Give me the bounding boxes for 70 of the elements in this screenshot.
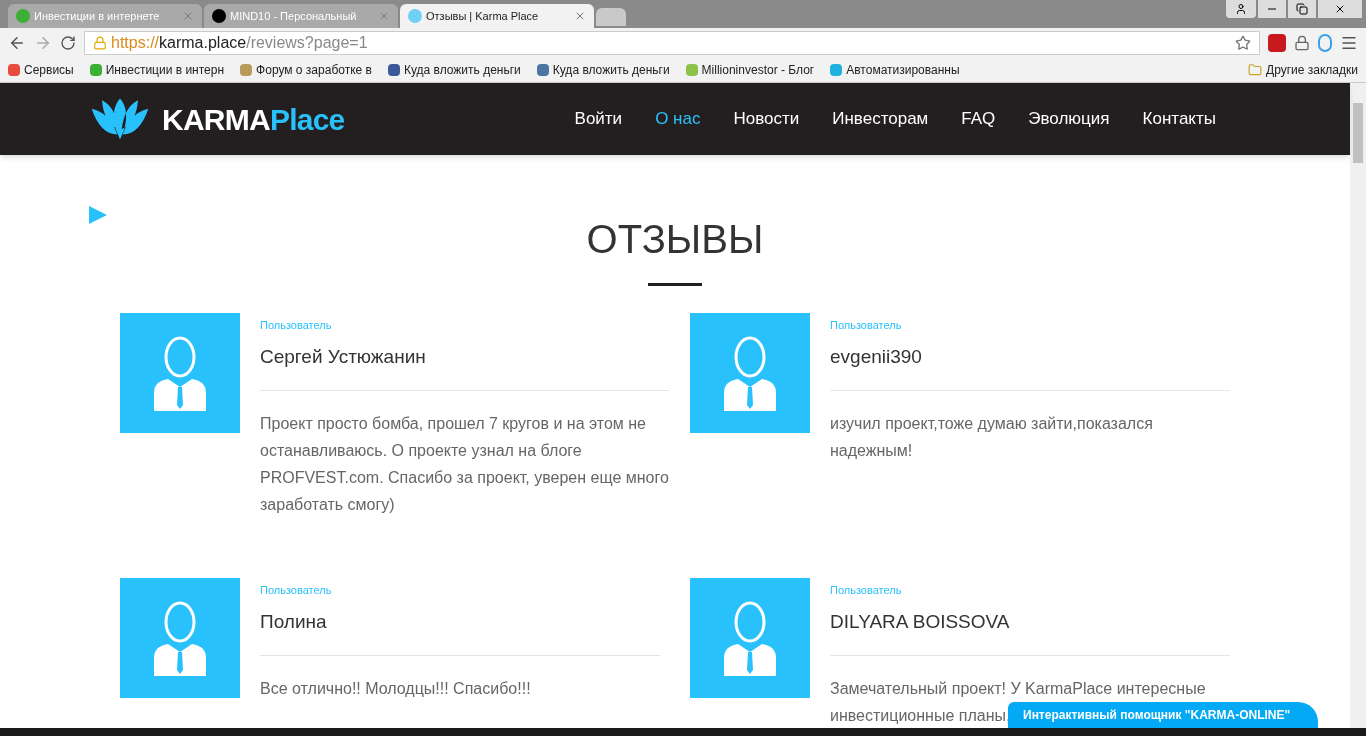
tab-favicon-icon (16, 9, 30, 23)
profile-button[interactable] (1226, 0, 1256, 18)
tab-favicon-icon (408, 9, 422, 23)
nav-link[interactable]: Инвесторам (832, 106, 929, 132)
reviewer-name: evgenii390 (830, 345, 923, 369)
review-role: Пользователь (830, 318, 903, 332)
chat-label: Интерактивный помощник "KARMA-ONLINE" (1023, 707, 1291, 724)
reviewer-name: Сергей Устюжанин (260, 345, 427, 369)
review-text-line: надежным! (830, 442, 913, 459)
bookmark-favicon-icon (387, 63, 400, 76)
address-bar[interactable]: https://karma.place/reviews?page=1 (84, 30, 1260, 55)
tab-title: MIND10 - Персональный (230, 8, 358, 24)
close-icon[interactable] (182, 10, 194, 22)
review-role: Пользователь (260, 583, 333, 597)
restore-icon (1296, 3, 1308, 15)
reload-icon[interactable] (60, 34, 76, 51)
review-text-line: Проект просто бомба, прошел 7 кругов и на этом не (260, 415, 646, 432)
bookmark[interactable]: Форум о заработке в (240, 60, 372, 79)
nav-link[interactable]: Контакты (1142, 106, 1216, 132)
review-role: Пользователь (260, 318, 333, 332)
bookmark[interactable]: Millioninvestor - Блог (685, 60, 815, 79)
review-text-line: Замечательный проект! У KarmaPlace интересные (830, 680, 1206, 697)
nav-link[interactable]: FAQ (961, 106, 996, 132)
page-heading: ОТЗЫВЫ (586, 219, 764, 259)
bookmark-favicon-icon (8, 63, 20, 76)
close-icon[interactable] (378, 10, 390, 22)
play-icon[interactable] (88, 205, 108, 225)
bookmark-star-icon[interactable] (1235, 34, 1251, 51)
bookmark-favicon-icon (830, 63, 843, 76)
tab-favicon-icon (212, 9, 226, 23)
extension-icon[interactable] (1268, 33, 1286, 52)
scrollbar[interactable] (1350, 83, 1366, 728)
review-text-line: заработать смогу) (260, 496, 395, 513)
review-role: Пользователь (830, 583, 903, 597)
nav-link[interactable]: Эволюция (1028, 106, 1110, 132)
minimize-button[interactable] (1258, 0, 1286, 18)
bookmark[interactable]: Куда вложить деньги (536, 60, 670, 79)
nav-link[interactable]: Новости (733, 106, 800, 132)
review-text-line: инвестиционные планы, (830, 707, 1011, 724)
bookmark[interactable]: Сервисы (8, 60, 74, 79)
lock-warning-icon (93, 35, 107, 50)
review-text-line: PROFVEST.com. Спасибо за проект, уверен еще много (260, 469, 669, 486)
nav-link[interactable]: О нас (655, 106, 701, 132)
bookmark[interactable]: Инвестиции в интерн (89, 60, 225, 79)
review-text-line: останавливаюсь. О проекте узнал на блоге (260, 442, 582, 459)
other-bookmarks[interactable]: Другие закладки (1248, 60, 1358, 79)
url-text: https://karma.place/reviews?page=1 (111, 32, 369, 53)
lock-icon[interactable] (1294, 34, 1310, 51)
bookmark-favicon-icon (685, 63, 698, 76)
close-icon[interactable] (574, 10, 586, 22)
logo-text: KARMAPlace (162, 101, 345, 138)
tab-title: Инвестиции в интернете (34, 8, 161, 24)
close-icon (1334, 3, 1346, 15)
nav-link[interactable]: Войти (574, 106, 623, 132)
review-text-line: Все отлично!! Молодцы!!! Спасибо!!! (260, 680, 531, 697)
bookmark[interactable]: Автоматизированны (830, 60, 960, 79)
bookmark-favicon-icon (89, 63, 102, 76)
shield-extension-icon[interactable] (1318, 33, 1332, 52)
user-icon (1235, 3, 1247, 15)
folder-icon (1248, 62, 1263, 77)
reviewer-name: Полина (260, 610, 328, 634)
bookmark-favicon-icon (240, 63, 253, 76)
bookmark[interactable]: Куда вложить деньги (387, 60, 521, 79)
browser-tab[interactable]: Отзывы | Karma Place (400, 4, 594, 28)
tab-title: Отзывы | Karma Place (426, 8, 540, 24)
logo[interactable]: KARMAPlace (90, 96, 345, 142)
reviewer-name: DILYARA BOISSOVA (830, 610, 1011, 634)
bookmark-favicon-icon (536, 63, 549, 76)
restore-button[interactable] (1288, 0, 1316, 18)
review-text-line: изучил проект,тоже думаю зайти,показался (830, 415, 1153, 432)
